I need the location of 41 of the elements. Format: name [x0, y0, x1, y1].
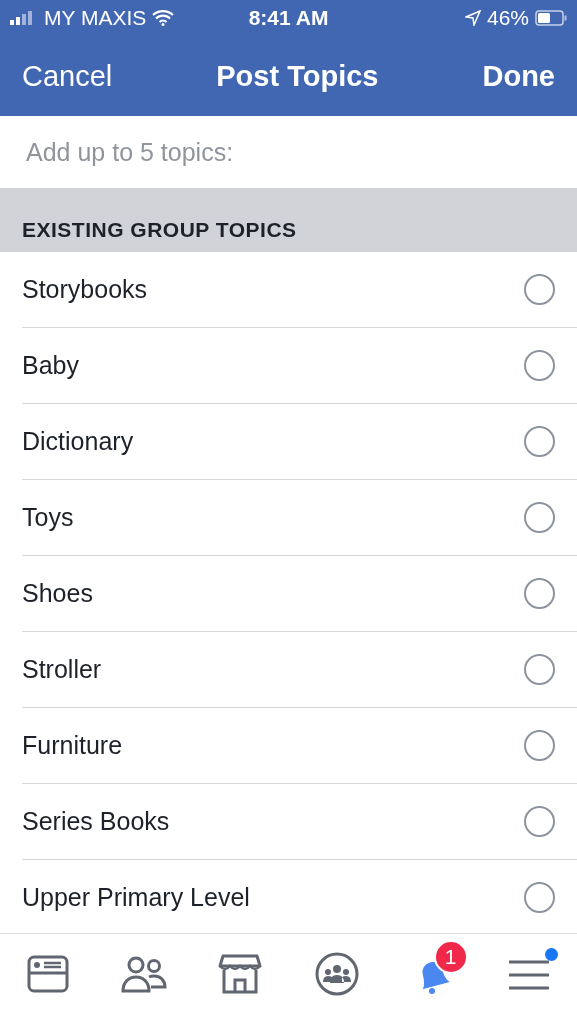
topic-label: Shoes: [22, 579, 93, 608]
radio-button[interactable]: [524, 654, 555, 685]
topic-label: Series Books: [22, 807, 170, 836]
carrier-name: MY MAXIS: [44, 6, 147, 30]
radio-button[interactable]: [524, 806, 555, 837]
topic-label: Stroller: [22, 655, 102, 684]
topic-label: Dictionary: [22, 427, 134, 456]
radio-button[interactable]: [524, 730, 555, 761]
location-icon: [464, 10, 481, 26]
page-title: Post Topics: [216, 59, 379, 93]
topic-row[interactable]: Dictionary: [22, 404, 577, 480]
status-time: 8:41 AM: [248, 6, 329, 30]
radio-button[interactable]: [524, 578, 555, 609]
topic-label: Toys: [22, 503, 74, 532]
storefront-icon: [218, 952, 263, 996]
topic-row[interactable]: Stroller: [22, 632, 577, 708]
topic-row[interactable]: Upper Primary Level: [22, 860, 577, 933]
radio-button[interactable]: [524, 350, 555, 381]
topic-row[interactable]: Series Books: [22, 784, 577, 860]
battery-icon: [535, 10, 567, 26]
done-button[interactable]: Done: [482, 59, 555, 93]
section-header: EXISTING GROUP TOPICS: [22, 218, 297, 242]
topic-row[interactable]: Baby: [22, 328, 577, 404]
radio-button[interactable]: [524, 502, 555, 533]
cancel-button[interactable]: Cancel: [22, 59, 113, 93]
topic-row[interactable]: Furniture: [22, 708, 577, 784]
topic-label: Furniture: [22, 731, 123, 760]
topic-label: Upper Primary Level: [22, 883, 250, 912]
topic-row[interactable]: Shoes: [22, 556, 577, 632]
battery-percent: 46%: [486, 6, 529, 30]
groups-icon: [314, 952, 359, 996]
notification-badge: 1: [433, 940, 468, 974]
radio-button[interactable]: [524, 882, 555, 913]
topic-label: Baby: [22, 351, 79, 380]
radio-button[interactable]: [524, 274, 555, 305]
friends-icon: [121, 954, 168, 994]
radio-button[interactable]: [524, 426, 555, 457]
wifi-icon: [152, 10, 175, 26]
topic-label: Storybooks: [22, 275, 148, 304]
topic-row[interactable]: Toys: [22, 480, 577, 556]
topic-row[interactable]: Storybooks: [22, 252, 577, 328]
